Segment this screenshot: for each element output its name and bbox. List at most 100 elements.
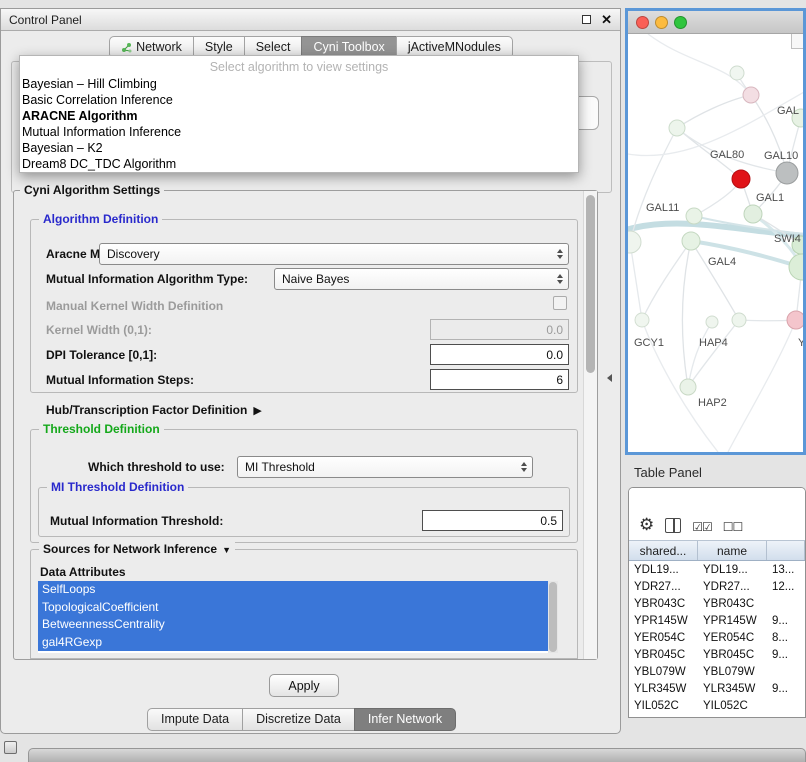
- network-edge: [728, 320, 796, 452]
- dropdown-item[interactable]: Dream8 DC_TDC Algorithm: [20, 156, 578, 172]
- network-node-label: HAP2: [698, 397, 727, 409]
- table-row[interactable]: YER054CYER054C8...: [629, 629, 805, 646]
- table-row[interactable]: YLR345WYLR345W9...: [629, 680, 805, 697]
- network-node[interactable]: [776, 162, 798, 184]
- splitter-collapse-arrow[interactable]: [607, 374, 612, 382]
- table-cell: YBR045C: [698, 649, 767, 661]
- table-cell: YIL052C: [629, 700, 698, 712]
- scrollbar-corner: [791, 34, 803, 49]
- kernel-width-field[interactable]: 0.0: [430, 319, 569, 340]
- network-node[interactable]: [732, 170, 750, 188]
- mi-threshold-field[interactable]: 0.5: [422, 510, 563, 531]
- network-edge: [630, 242, 642, 320]
- network-edge: [628, 92, 803, 156]
- network-node[interactable]: [744, 205, 762, 223]
- manual-kernel-checkbox[interactable]: [553, 296, 567, 310]
- network-canvas[interactable]: GALGAL80GAL10GAL11GAL1SWI4GAL4GCY1HAP4YH…: [628, 34, 803, 452]
- network-icon: [121, 42, 132, 53]
- settings-scrollbar[interactable]: [583, 191, 597, 659]
- column-header-name[interactable]: name: [698, 541, 767, 560]
- network-node[interactable]: [628, 231, 641, 253]
- attribute-item-selected[interactable]: BetweennessCentrality: [38, 616, 548, 634]
- traffic-light-minimize-icon[interactable]: [655, 16, 668, 29]
- network-node[interactable]: [789, 254, 803, 280]
- traffic-light-close-icon[interactable]: [636, 16, 649, 29]
- column-header-shared-name[interactable]: shared...: [629, 541, 698, 560]
- aracne-mode-combo[interactable]: Discovery: [99, 243, 569, 265]
- select-all-columns-icon[interactable]: ☑☑: [692, 521, 712, 533]
- data-attributes-list: SelfLoops TopologicalCoefficient Between…: [38, 581, 558, 653]
- hub-definition-expander[interactable]: Hub/Transcription Factor Definition▶: [46, 403, 262, 418]
- table-row[interactable]: YBR045CYBR045C9...: [629, 646, 805, 663]
- network-node[interactable]: [680, 379, 696, 395]
- mi-algorithm-type-combo[interactable]: Naive Bayes: [274, 268, 569, 290]
- gear-icon[interactable]: ⚙: [639, 516, 654, 533]
- kernel-width-label: Kernel Width (0,1):: [46, 323, 152, 337]
- control-panel-window: Control Panel ✕ Network Style Select Cyn…: [0, 8, 621, 734]
- attribute-item-selected[interactable]: TopologicalCoefficient: [38, 599, 548, 617]
- combo-value: Discovery: [107, 247, 160, 261]
- table-row[interactable]: YDR27...YDR27...12...: [629, 578, 805, 595]
- network-node[interactable]: [686, 208, 702, 224]
- tab-impute-data[interactable]: Impute Data: [147, 708, 243, 731]
- network-canvas-area[interactable]: GALGAL80GAL10GAL11GAL1SWI4GAL4GCY1HAP4YH…: [628, 34, 803, 452]
- combo-arrows-icon: [557, 274, 563, 284]
- tab-label: jActiveMNodules: [408, 40, 501, 54]
- combo-arrows-icon: [521, 462, 527, 472]
- network-edge: [688, 320, 739, 387]
- which-threshold-combo[interactable]: MI Threshold: [237, 456, 533, 478]
- dropdown-item[interactable]: Mutual Information Inference: [20, 124, 578, 140]
- scrollbar-thumb[interactable]: [549, 582, 557, 652]
- traffic-light-zoom-icon[interactable]: [674, 16, 687, 29]
- columns-icon[interactable]: [665, 518, 681, 533]
- table-row[interactable]: YIL052CYIL052C: [629, 697, 805, 714]
- dropdown-item[interactable]: Basic Correlation Inference: [20, 92, 578, 108]
- network-window-titlebar[interactable]: [628, 11, 803, 34]
- table-cell: YLR345W: [698, 683, 767, 695]
- attribute-item-selected[interactable]: gal4RGexp: [38, 634, 548, 652]
- collapse-down-icon: ▼: [222, 545, 231, 555]
- scrollbar-thumb[interactable]: [586, 195, 595, 373]
- threshold-definition-title: Threshold Definition: [39, 422, 164, 436]
- mi-threshold-label: Mutual Information Threshold:: [50, 514, 223, 528]
- data-attributes-label: Data Attributes: [40, 565, 126, 579]
- network-node-label: SWI4: [774, 233, 801, 245]
- float-window-icon[interactable]: [582, 15, 591, 24]
- attributes-scrollbar[interactable]: [548, 581, 558, 653]
- dropdown-item[interactable]: Bayesian – K2: [20, 140, 578, 156]
- tab-infer-network[interactable]: Infer Network: [354, 708, 456, 731]
- attribute-item-selected[interactable]: SelfLoops: [38, 581, 548, 599]
- tab-discretize-data[interactable]: Discretize Data: [242, 708, 355, 731]
- table-cell: YBL079W: [629, 666, 698, 678]
- table-row[interactable]: YPR145WYPR145W9...: [629, 612, 805, 629]
- cyni-algorithm-settings-panel: Cyni Algorithm Settings Algorithm Defini…: [13, 190, 598, 660]
- network-node[interactable]: [732, 313, 746, 327]
- network-node[interactable]: [706, 316, 718, 328]
- apply-button[interactable]: Apply: [269, 674, 339, 697]
- table-row[interactable]: YDL19...YDL19...13...: [629, 561, 805, 578]
- panel-dock-icon[interactable]: [4, 741, 17, 754]
- table-row[interactable]: YBL079WYBL079W: [629, 663, 805, 680]
- dropdown-item-selected[interactable]: ARACNE Algorithm: [20, 108, 578, 124]
- network-node[interactable]: [635, 313, 649, 327]
- mi-steps-field[interactable]: 6: [430, 369, 569, 390]
- table-panel-window: ⚙ ☑☑ ☐☐ shared... name YDL19...YDL19...1…: [628, 487, 806, 718]
- network-edge: [691, 241, 739, 320]
- network-node[interactable]: [669, 120, 685, 136]
- close-icon[interactable]: ✕: [601, 13, 612, 26]
- control-panel-titlebar[interactable]: Control Panel ✕: [1, 9, 620, 31]
- deselect-all-columns-icon[interactable]: ☐☐: [723, 521, 743, 533]
- table-body: YDL19...YDL19...13...YDR27...YDR27...12.…: [629, 561, 805, 714]
- network-node[interactable]: [730, 66, 744, 80]
- sources-group-title[interactable]: Sources for Network Inference▼: [39, 542, 235, 556]
- network-node-label: GAL1: [756, 192, 784, 204]
- table-cell: YDR27...: [629, 581, 698, 593]
- network-node[interactable]: [743, 87, 759, 103]
- table-row[interactable]: YBR043CYBR043C: [629, 595, 805, 612]
- network-node[interactable]: [682, 232, 700, 250]
- network-edge: [648, 34, 751, 95]
- column-header-extra[interactable]: [767, 541, 805, 560]
- dpi-tolerance-field[interactable]: 0.0: [430, 344, 569, 365]
- dropdown-item[interactable]: Bayesian – Hill Climbing: [20, 76, 578, 92]
- network-node[interactable]: [787, 311, 803, 329]
